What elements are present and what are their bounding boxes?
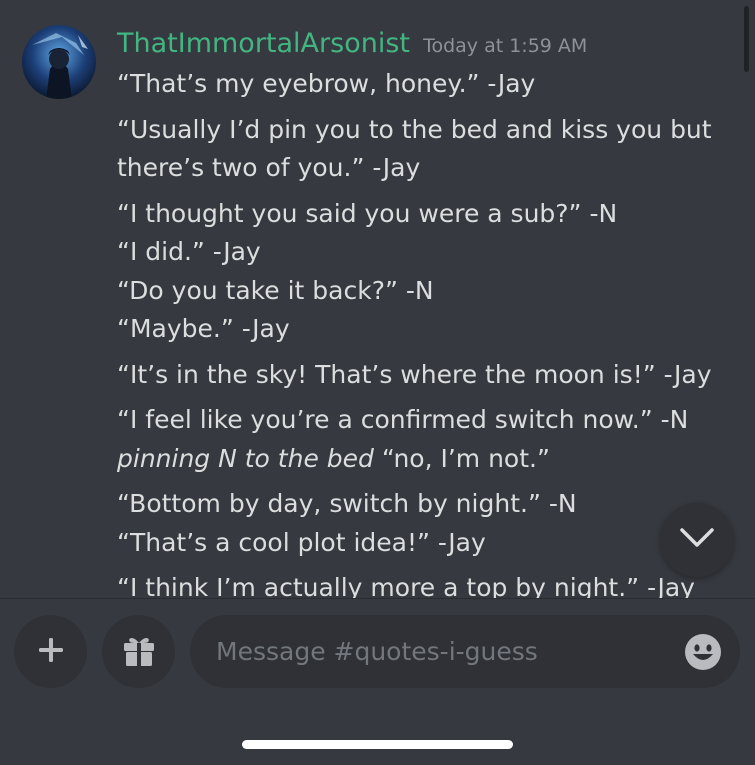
message-line: “I did.” -Jay: [117, 237, 261, 266]
message-line-rest: “no, I’m not.”: [373, 443, 550, 473]
message-text[interactable]: “Usually I’d pin you to the bed and kiss…: [117, 111, 717, 188]
chat-area: ThatImmortalArsonist Today at 1:59 AM “T…: [0, 0, 755, 598]
user-avatar[interactable]: [22, 25, 96, 99]
composer-divider: [0, 598, 755, 599]
message-input[interactable]: Message #quotes-i-guess: [190, 615, 740, 688]
message-line: “Maybe.” -Jay: [117, 314, 290, 343]
message-text[interactable]: “I feel like you’re a confirmed switch n…: [117, 401, 717, 478]
chat-scrollbar[interactable]: [744, 6, 749, 72]
message-line: “Bottom by day, switch by night.” -N: [117, 489, 577, 518]
message-line: “I thought you said you were a sub?” -N: [117, 198, 618, 228]
message-text[interactable]: “That’s my eyebrow, honey.” -Jay: [117, 65, 717, 104]
message-line: “That’s my eyebrow, honey.” -Jay: [117, 69, 536, 98]
message-text[interactable]: “Bottom by day, switch by night.” -N “Th…: [117, 485, 717, 562]
message-input-placeholder: Message #quotes-i-guess: [216, 637, 538, 666]
message-line: “I think I’m actually more a top by nigh…: [117, 573, 695, 598]
message-line: pinning N to the bed “no, I’m not.”: [117, 440, 717, 479]
message-list: “That’s my eyebrow, honey.” -Jay “Usuall…: [117, 65, 717, 598]
message-line: “It’s in the sky! That’s where the moon …: [117, 359, 712, 389]
message-header: ThatImmortalArsonist Today at 1:59 AM: [117, 28, 587, 59]
message-timestamp: Today at 1:59 AM: [423, 35, 588, 57]
plus-icon: [37, 636, 65, 668]
home-indicator[interactable]: [242, 740, 513, 749]
message-line: “Usually I’d pin you to the bed and kiss…: [117, 114, 712, 144]
message-text[interactable]: “I think I’m actually more a top by nigh…: [117, 569, 717, 598]
italic-action-text: pinning N to the bed: [117, 443, 374, 473]
message-line: “Do you take it back?” -N: [117, 275, 434, 305]
chevron-down-icon: [679, 527, 715, 553]
gift-nitro-button[interactable]: [102, 615, 175, 688]
message-line: there’s two of you.” -Jay: [117, 153, 421, 182]
message-text[interactable]: “It’s in the sky! That’s where the moon …: [117, 356, 717, 395]
message-line: “That’s a cool plot idea!” -Jay: [117, 527, 486, 557]
gift-icon: [121, 632, 157, 672]
username[interactable]: ThatImmortalArsonist: [117, 28, 410, 59]
smiley-icon: [685, 634, 721, 670]
message-text[interactable]: “I thought you said you were a sub?” -N …: [117, 195, 717, 349]
message-line: “I feel like you’re a confirmed switch n…: [117, 405, 689, 434]
jump-to-present-button[interactable]: [660, 503, 734, 577]
add-attachment-button[interactable]: [14, 615, 87, 688]
emoji-picker-button[interactable]: [684, 633, 722, 671]
